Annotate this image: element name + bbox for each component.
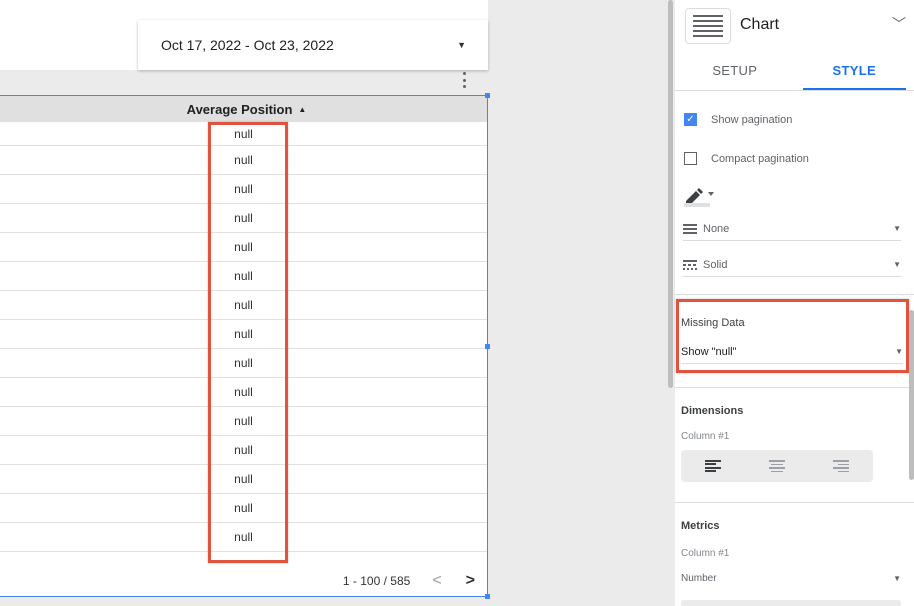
- column-header-average-position[interactable]: Average Position: [187, 102, 293, 117]
- date-range-control[interactable]: Oct 17, 2022 - Oct 23, 2022 ▼: [138, 20, 488, 70]
- section-divider: [675, 294, 914, 295]
- highlight-box-missing-data: [676, 299, 909, 373]
- tab-setup[interactable]: SETUP: [675, 50, 795, 90]
- dropdown-caret-icon: ▼: [457, 40, 466, 50]
- panel-tabs: SETUP STYLE: [675, 50, 914, 91]
- highlight-box-null-column: [208, 122, 288, 563]
- sort-ascending-icon[interactable]: ▲: [298, 105, 306, 114]
- table-header[interactable]: Average Position ▲: [0, 96, 487, 122]
- panel-title: Chart: [740, 16, 780, 33]
- compact-pagination-checkbox[interactable]: [684, 152, 697, 165]
- show-pagination-label: Show pagination: [711, 113, 793, 126]
- table-chart-icon[interactable]: [685, 8, 731, 44]
- border-style-value: None: [703, 222, 730, 235]
- section-divider: [675, 387, 914, 388]
- chevron-down-icon[interactable]: ﹀: [892, 14, 906, 34]
- properties-panel: Chart ﹀ SETUP STYLE ✓ Show pagination Co…: [675, 0, 914, 606]
- prev-page-button[interactable]: <: [432, 572, 441, 590]
- metric-alignment-bar: [681, 600, 901, 606]
- line-dash-icon: [683, 259, 697, 270]
- dropdown-caret-icon: ▼: [893, 573, 901, 583]
- show-pagination-option[interactable]: ✓ Show pagination: [684, 113, 792, 126]
- pagination: 1 - 100 / 585 < >: [343, 572, 475, 590]
- color-swatch: [684, 203, 710, 207]
- date-range-text: Oct 17, 2022 - Oct 23, 2022: [161, 37, 334, 53]
- resize-handle-mid-right[interactable]: [485, 344, 490, 349]
- more-vert-icon[interactable]: [459, 72, 469, 88]
- panel-header: Chart ﹀: [675, 0, 914, 50]
- compact-pagination-label: Compact pagination: [711, 152, 809, 165]
- align-right-icon[interactable]: [833, 460, 849, 472]
- next-page-button[interactable]: >: [466, 572, 475, 590]
- metrics-format-value: Number: [681, 572, 717, 584]
- metrics-label: Metrics: [681, 520, 720, 532]
- metrics-column-label: Column #1: [681, 548, 730, 559]
- compact-pagination-option[interactable]: Compact pagination: [684, 152, 809, 165]
- panel-scrollbar[interactable]: [909, 310, 914, 480]
- dimensions-column-label: Column #1: [681, 431, 730, 442]
- section-divider: [675, 502, 914, 503]
- dropdown-caret-icon: ▼: [893, 260, 901, 269]
- border-style-select[interactable]: None ▼: [683, 217, 901, 241]
- resize-handle-bottom-right[interactable]: [485, 594, 490, 599]
- report-canvas: Oct 17, 2022 - Oct 23, 2022 ▼ Average Po…: [0, 0, 665, 606]
- align-center-icon[interactable]: [769, 460, 785, 472]
- dropdown-caret-icon: ▼: [893, 224, 901, 233]
- tab-style[interactable]: STYLE: [795, 50, 914, 90]
- resize-handle-top-right[interactable]: [485, 93, 490, 98]
- line-style-value: Solid: [703, 258, 728, 271]
- show-pagination-checkbox[interactable]: ✓: [684, 113, 697, 126]
- dimensions-label: Dimensions: [681, 405, 744, 417]
- pagination-range: 1 - 100 / 585: [342, 574, 411, 588]
- align-left-icon[interactable]: [705, 460, 721, 472]
- line-style-select[interactable]: Solid ▼: [683, 253, 901, 277]
- alignment-buttons: [681, 450, 873, 482]
- metrics-format-select[interactable]: Number ▼: [681, 566, 901, 590]
- canvas-scrollbar[interactable]: [668, 0, 673, 388]
- border-weight-icon: [683, 223, 697, 234]
